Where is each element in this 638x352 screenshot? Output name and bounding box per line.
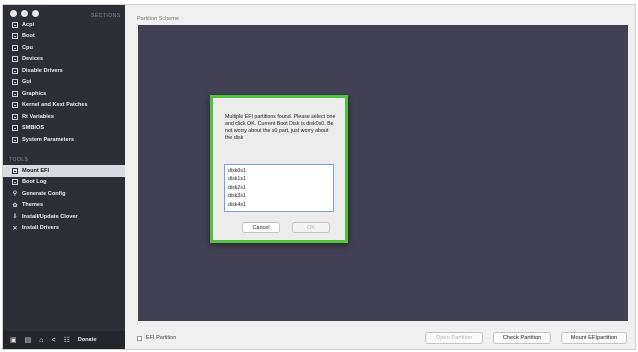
download-icon: ⇩: [12, 214, 18, 221]
ok-button[interactable]: OK: [292, 222, 330, 233]
list-icon: [12, 79, 18, 86]
sidebar-item-boot-log[interactable]: Boot Log: [3, 177, 125, 189]
share-icon[interactable]: <: [51, 337, 55, 344]
sidebar-item-disable-drivers[interactable]: Disable Drivers: [3, 65, 125, 77]
partition-scheme-title: Partition Scheme: [137, 16, 179, 22]
sidebar-item-themes[interactable]: ✿ Themes: [3, 200, 125, 212]
list-icon: [12, 33, 18, 40]
zoom-window-button[interactable]: [32, 10, 39, 17]
sidebar-item-smbios[interactable]: SMBIOS: [3, 123, 125, 135]
sidebar-item-rt-variables[interactable]: Rt Variables: [3, 111, 125, 123]
sidebar-item-label: Kernel and Kext Patches: [22, 102, 88, 109]
sidebar: SECTIONS Acpi Boot Cpu Devices Disable D…: [3, 5, 125, 349]
list-item[interactable]: disk4s1: [228, 201, 330, 209]
list-item[interactable]: disk2s1: [228, 184, 330, 192]
sidebar-item-generate-config[interactable]: ⚲ Generate Config: [3, 188, 125, 200]
sidebar-item-acpi[interactable]: Acpi: [3, 19, 125, 31]
list-icon: [12, 125, 18, 132]
sidebar-item-label: Boot: [22, 33, 35, 40]
efi-partition-label: EFI Partition: [146, 335, 177, 341]
list-item[interactable]: disk3s1: [228, 192, 330, 200]
sidebar-dock: ▣ ▤ ⌂ < ☷ Donate: [3, 331, 125, 349]
disk-icon: [12, 167, 18, 174]
book-icon[interactable]: ▤: [25, 336, 32, 344]
sidebar-item-system-parameters[interactable]: System Parameters: [3, 134, 125, 146]
sidebar-item-graphics[interactable]: Graphics: [3, 88, 125, 100]
sidebar-item-label: SMBIOS: [22, 125, 45, 132]
sidebar-item-label: Cpu: [22, 44, 33, 51]
sidebar-item-boot[interactable]: Boot: [3, 31, 125, 43]
minimize-window-button[interactable]: [21, 10, 28, 17]
sidebar-item-label: Install Drivers: [22, 225, 59, 232]
check-partition-button[interactable]: Check Partition: [493, 332, 551, 344]
sidebar-item-label: Gui: [22, 79, 32, 86]
sidebar-item-gui[interactable]: Gui: [3, 77, 125, 89]
sidebar-item-devices[interactable]: Devices: [3, 54, 125, 66]
sidebar-item-label: Disable Drivers: [22, 67, 63, 74]
bottom-toolbar: EFI Partition Open Partition Check Parti…: [125, 325, 635, 349]
list-icon: [12, 90, 18, 97]
close-window-button[interactable]: [10, 10, 17, 17]
document-icon: [12, 179, 18, 186]
sidebar-item-install-drivers[interactable]: ✕ Install Drivers: [3, 223, 125, 235]
home-icon[interactable]: ⌂: [39, 337, 43, 344]
cancel-button[interactable]: Cancel: [242, 222, 280, 233]
sidebar-item-label: Devices: [22, 56, 44, 63]
efi-partition-checkbox[interactable]: EFI Partition: [137, 335, 176, 341]
magic-wand-icon: ⚲: [12, 191, 18, 198]
tools-label: TOOLS: [9, 157, 29, 163]
select-efi-dialog: Multiple EFI partitions found. Please se…: [210, 95, 348, 243]
sidebar-item-install-update-clover[interactable]: ⇩ Install/Update Clover: [3, 211, 125, 223]
sidebar-item-cpu[interactable]: Cpu: [3, 42, 125, 54]
sidebar-item-label: Boot Log: [22, 179, 47, 186]
sidebar-item-label: Mount EFI: [22, 167, 50, 174]
open-partition-button[interactable]: Open Partition: [425, 332, 483, 344]
sidebar-item-label: Themes: [22, 202, 44, 209]
sidebar-item-kernel-and-kext-patches[interactable]: Kernel and Kext Patches: [3, 100, 125, 112]
main-panel: Partition Scheme EFI Partition Open Part…: [125, 5, 635, 349]
sidebar-item-label: Install/Update Clover: [22, 213, 78, 220]
donate-icon[interactable]: ☷: [64, 336, 70, 344]
list-item[interactable]: disk1s1: [228, 175, 330, 183]
list-icon: [12, 56, 18, 63]
sidebar-item-label: System Parameters: [22, 136, 74, 143]
list-icon: [12, 44, 18, 51]
window-controls: [10, 10, 39, 17]
sections-nav: Acpi Boot Cpu Devices Disable Drivers Gu…: [3, 19, 125, 146]
disk-list[interactable]: disk0s1 disk1s1 disk2s1 disk3s1 disk4s1: [224, 164, 334, 212]
donate-button[interactable]: Donate: [78, 337, 97, 343]
list-item[interactable]: disk0s1: [228, 167, 330, 175]
list-icon: [12, 102, 18, 109]
dialog-message: Multiple EFI partitions found. Please se…: [225, 114, 336, 141]
checkbox-box[interactable]: [137, 335, 142, 341]
list-icon: [12, 113, 18, 120]
sidebar-item-label: Acpi: [22, 21, 35, 28]
tools-nav: Mount EFI Boot Log ⚲ Generate Config ✿ The…: [3, 165, 125, 234]
sidebar-item-label: Graphics: [22, 90, 47, 97]
sidebar-item-label: Generate Config: [22, 190, 66, 197]
mount-efi-partition-button[interactable]: Mount EFIpartition: [561, 332, 627, 344]
list-icon: [12, 67, 18, 74]
wrench-icon: ✕: [12, 225, 18, 232]
list-icon: [12, 136, 18, 143]
sidebar-item-label: Rt Variables: [22, 113, 55, 120]
list-icon: [12, 21, 18, 28]
sidebar-item-mount-efi[interactable]: Mount EFI: [3, 165, 125, 177]
disk-icon[interactable]: ▣: [10, 336, 17, 344]
palette-icon: ✿: [12, 202, 18, 209]
